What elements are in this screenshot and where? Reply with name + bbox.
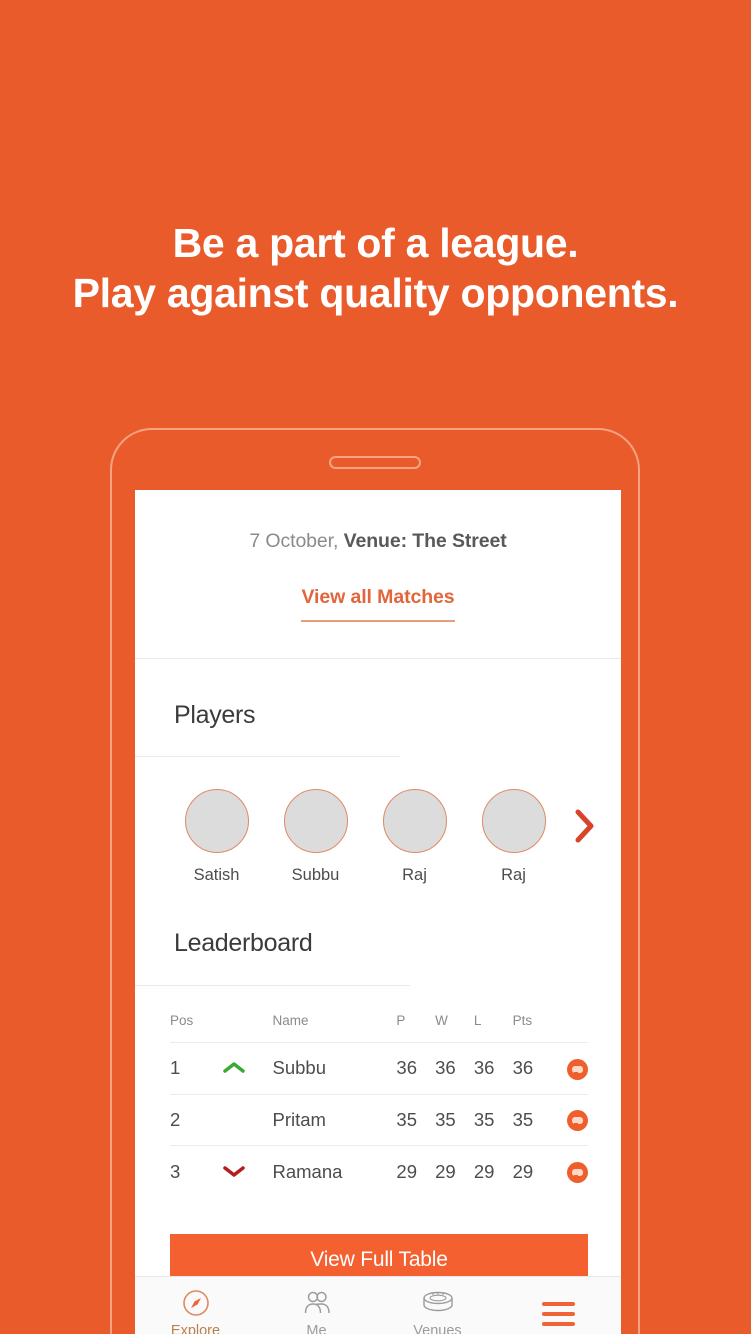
phone-speaker-slot xyxy=(329,456,421,469)
trend-none xyxy=(222,1093,273,1146)
player-name: Satish xyxy=(193,866,240,884)
column-header-w: W xyxy=(435,1013,448,1028)
row-won: 36 xyxy=(433,1042,472,1095)
row-position: 2 xyxy=(170,1093,223,1146)
nav-label-explore: Explore xyxy=(170,1323,221,1334)
row-lost: 29 xyxy=(471,1145,511,1197)
column-header-name: Name xyxy=(272,1013,309,1028)
row-lost: 36 xyxy=(471,1042,511,1095)
leaderboard-section: Leaderboard Pos Name P W L Pts 1 Subbu 3… xyxy=(135,885,621,1286)
avatar xyxy=(481,789,546,853)
stadium-icon xyxy=(377,1288,498,1318)
row-player-name: Subbu xyxy=(272,1042,395,1095)
nav-label-me: Me xyxy=(306,1323,327,1334)
player-item[interactable]: Subbu xyxy=(266,789,365,885)
trend-up-icon xyxy=(222,1042,273,1095)
column-header-p: P xyxy=(396,1013,406,1028)
player-name: Raj xyxy=(402,866,427,884)
players-title: Players xyxy=(174,701,256,729)
players-section: Players Satish Subbu Raj Raj xyxy=(135,659,621,885)
row-points: 36 xyxy=(510,1042,550,1095)
table-row[interactable]: 2 Pritam 35 35 35 35 xyxy=(170,1093,588,1146)
column-header-pos: Pos xyxy=(170,1013,194,1028)
column-header-l: L xyxy=(473,1013,482,1028)
player-item[interactable]: Raj xyxy=(464,789,563,885)
trend-down-icon xyxy=(222,1145,273,1197)
table-row[interactable]: 3 Ramana 29 29 29 29 xyxy=(170,1145,588,1197)
row-points: 35 xyxy=(510,1093,550,1146)
bottom-navigation: Explore Me Venues xyxy=(135,1276,621,1334)
phone-mockup-frame: 7 October, Venue: The Street View all Ma… xyxy=(110,428,640,1334)
avatar xyxy=(283,789,348,853)
table-row[interactable]: 1 Subbu 36 36 36 36 xyxy=(170,1042,588,1095)
row-position: 3 xyxy=(170,1145,223,1197)
match-venue: Venue: The Street xyxy=(343,530,507,552)
row-position: 1 xyxy=(170,1042,223,1095)
row-player-name: Ramana xyxy=(272,1145,395,1197)
row-played: 29 xyxy=(394,1145,434,1197)
match-date: 7 October, xyxy=(249,530,339,552)
people-icon xyxy=(256,1288,377,1318)
players-list: Satish Subbu Raj Raj xyxy=(135,757,621,885)
hamburger-menu-icon[interactable] xyxy=(498,1301,619,1326)
promo-headline: Be a part of a league. Play against qual… xyxy=(0,218,751,318)
chat-badge-icon[interactable] xyxy=(567,1058,588,1080)
row-won: 35 xyxy=(433,1093,472,1146)
chat-badge-icon[interactable] xyxy=(567,1161,588,1183)
view-all-matches-link[interactable]: View all Matches xyxy=(301,586,455,622)
headline-line-1: Be a part of a league. xyxy=(172,220,579,266)
row-lost: 35 xyxy=(471,1093,511,1146)
row-played: 35 xyxy=(394,1093,434,1146)
nav-item-venues[interactable]: Venues xyxy=(377,1288,498,1334)
match-info-line: 7 October, Venue: The Street xyxy=(135,530,621,553)
player-name: Raj xyxy=(501,866,526,884)
leaderboard-title: Leaderboard xyxy=(174,929,313,957)
row-played: 36 xyxy=(394,1042,434,1095)
nav-item-me[interactable]: Me xyxy=(256,1288,377,1334)
avatar xyxy=(184,789,249,853)
match-header: 7 October, Venue: The Street View all Ma… xyxy=(135,490,621,659)
table-header-row: Pos Name P W L Pts xyxy=(170,986,588,1043)
player-item[interactable]: Raj xyxy=(365,789,464,885)
nav-label-venues: Venues xyxy=(413,1323,462,1334)
chat-badge-icon[interactable] xyxy=(567,1110,588,1132)
player-item[interactable]: Satish xyxy=(167,789,266,885)
row-points: 29 xyxy=(510,1145,550,1197)
app-screen: 7 October, Venue: The Street View all Ma… xyxy=(135,490,621,1334)
row-won: 29 xyxy=(433,1145,472,1197)
column-header-pts: Pts xyxy=(512,1013,533,1028)
chevron-right-icon[interactable] xyxy=(573,807,597,845)
headline-line-2: Play against quality opponents. xyxy=(72,270,679,316)
row-player-name: Pritam xyxy=(272,1093,395,1146)
player-name: Subbu xyxy=(291,866,340,884)
leaderboard-table: Pos Name P W L Pts 1 Subbu 36 36 36 36 2… xyxy=(170,986,588,1197)
nav-item-explore[interactable]: Explore xyxy=(135,1288,256,1334)
compass-icon xyxy=(135,1288,256,1318)
avatar xyxy=(382,789,447,853)
